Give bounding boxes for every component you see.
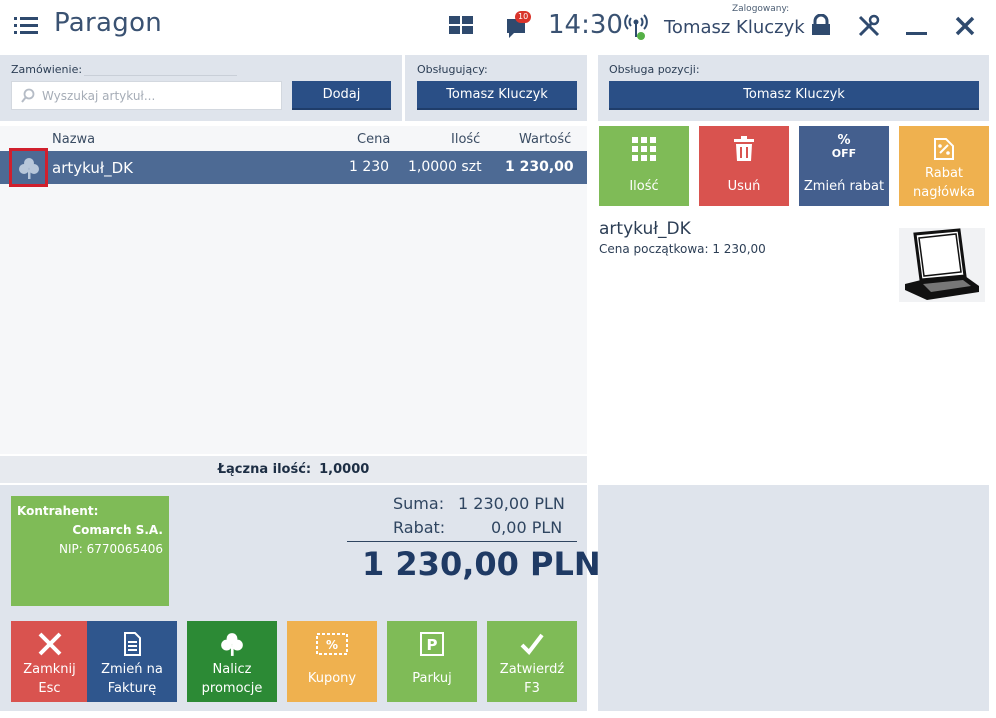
search-icon [20, 88, 36, 107]
park-button[interactable]: P Parkuj [387, 621, 477, 702]
serving-user-button[interactable]: Tomasz Kluczyk [417, 81, 577, 110]
header-discount-label1: Rabat [924, 166, 964, 181]
close-receipt-label: Zamknij [23, 662, 76, 677]
close-icon[interactable] [954, 15, 976, 41]
coupons-button[interactable]: % Kupony [287, 621, 377, 702]
row-quantity: 1,0000 szt [408, 159, 482, 175]
search-input[interactable]: Wyszukaj artykuł... [11, 81, 282, 110]
contractor-nip: NIP: 6770065406 [59, 542, 163, 556]
add-button[interactable]: Dodaj [292, 81, 391, 110]
total-quantity-strip: Łączna ilość: 1,0000 [0, 456, 587, 483]
laptop-icon [905, 228, 979, 300]
close-receipt-button[interactable]: Zamknij Esc [11, 621, 88, 702]
serving-label: Obsługujący: [417, 63, 488, 76]
svg-text:%: % [326, 638, 338, 652]
menu-icon[interactable] [14, 15, 38, 35]
search-placeholder: Wyszukaj artykuł... [42, 88, 156, 103]
header-discount-label2: nagłówka [912, 185, 975, 200]
change-to-invoice-label2: Fakturę [107, 681, 157, 696]
trash-icon [699, 136, 789, 162]
delete-tile-label: Usuń [727, 179, 761, 194]
apply-promotions-button[interactable]: Nalicz promocje [187, 621, 277, 702]
item-detail-name: artykuł_DK [599, 219, 691, 239]
order-label: Zamówienie: [11, 63, 83, 76]
change-to-invoice-label1: Zmień na [101, 662, 163, 677]
change-discount-label: Zmień rabat [803, 179, 885, 194]
connection-status-icon [622, 12, 650, 46]
lock-icon[interactable] [810, 13, 832, 40]
logged-in-user: Tomasz Kluczyk [664, 17, 805, 38]
svg-text:P: P [427, 636, 438, 654]
right-bottom-panel [598, 485, 989, 711]
close-x-icon [11, 631, 88, 657]
tag-percent-icon [899, 136, 989, 162]
position-service-label: Obsługa pozycji: [609, 63, 700, 76]
promotion-clover-icon[interactable] [9, 148, 48, 187]
header-discount-tile[interactable]: Rabat nagłówka [899, 126, 989, 206]
column-header-quantity[interactable]: Ilość [451, 132, 480, 147]
contractor-label: Kontrahent: [17, 504, 99, 518]
invoice-icon [87, 631, 177, 657]
change-discount-tile[interactable]: % OFF Zmień rabat [799, 126, 889, 206]
confirm-label: Zatwierdź [499, 662, 565, 677]
totals-divider [347, 541, 577, 542]
page-title: Paragon [54, 8, 163, 38]
grand-total: 1 230,00 PLN [362, 545, 601, 583]
header-bar: Paragon 10 14:30 Zalogowany: Tomasz Kluc… [0, 0, 996, 54]
row-name: artykuł_DK [52, 159, 133, 177]
park-label: Parkuj [412, 671, 452, 686]
notifications-icon[interactable]: 10 [505, 11, 535, 41]
discount-off-icon: % OFF [831, 133, 857, 160]
discount-value: 0,00 PLN [491, 518, 563, 537]
coupon-icon: % [287, 631, 377, 657]
column-header-name[interactable]: Nazwa [52, 132, 95, 147]
coupons-label: Kupony [307, 671, 357, 686]
clover-icon [187, 631, 277, 657]
logged-in-label: Zalogowany: [732, 4, 790, 14]
column-header-price[interactable]: Cena [357, 132, 390, 147]
total-quantity-value: 1,0000 [319, 462, 370, 477]
position-user-button[interactable]: Tomasz Kluczyk [609, 81, 979, 110]
column-header-value[interactable]: Wartość [519, 132, 571, 147]
table-row[interactable]: artykuł_DK 1 230 1,0000 szt 1 230,00 [0, 151, 587, 184]
sum-value: 1 230,00 PLN [458, 494, 565, 513]
item-detail-start-price: Cena początkowa: 1 230,00 [599, 242, 766, 256]
row-value: 1 230,00 [505, 159, 574, 175]
notifications-badge: 10 [515, 11, 532, 23]
confirm-button[interactable]: Zatwierdź F3 [487, 621, 577, 702]
parking-icon: P [387, 631, 477, 657]
contractor-tile[interactable]: Kontrahent: Comarch S.A. NIP: 6770065406 [11, 496, 169, 606]
apply-promotions-label2: promocje [201, 681, 263, 696]
contractor-name: Comarch S.A. [72, 523, 163, 537]
item-image [899, 228, 985, 302]
close-receipt-shortcut: Esc [38, 681, 61, 696]
delete-tile[interactable]: Usuń [699, 126, 789, 206]
confirm-shortcut: F3 [524, 681, 540, 696]
clock: 14:30 [548, 10, 623, 40]
grid-icon [599, 136, 689, 162]
tools-icon[interactable] [857, 14, 881, 42]
minimize-icon[interactable] [906, 32, 927, 35]
sum-label: Suma: [393, 494, 445, 513]
quantity-tile[interactable]: Ilość [599, 126, 689, 206]
change-to-invoice-button[interactable]: Zmień na Fakturę [87, 621, 177, 702]
order-label-underline [84, 75, 237, 76]
row-price: 1 230 [349, 159, 390, 175]
discount-label: Rabat: [393, 518, 446, 537]
quantity-tile-label: Ilość [629, 179, 659, 194]
checkmark-icon [487, 631, 577, 657]
discount-off-text: OFF [831, 147, 857, 160]
apply-promotions-label1: Nalicz [212, 662, 252, 677]
tiles-view-icon[interactable] [449, 16, 474, 40]
total-quantity-label: Łączna ilość: [217, 462, 312, 477]
